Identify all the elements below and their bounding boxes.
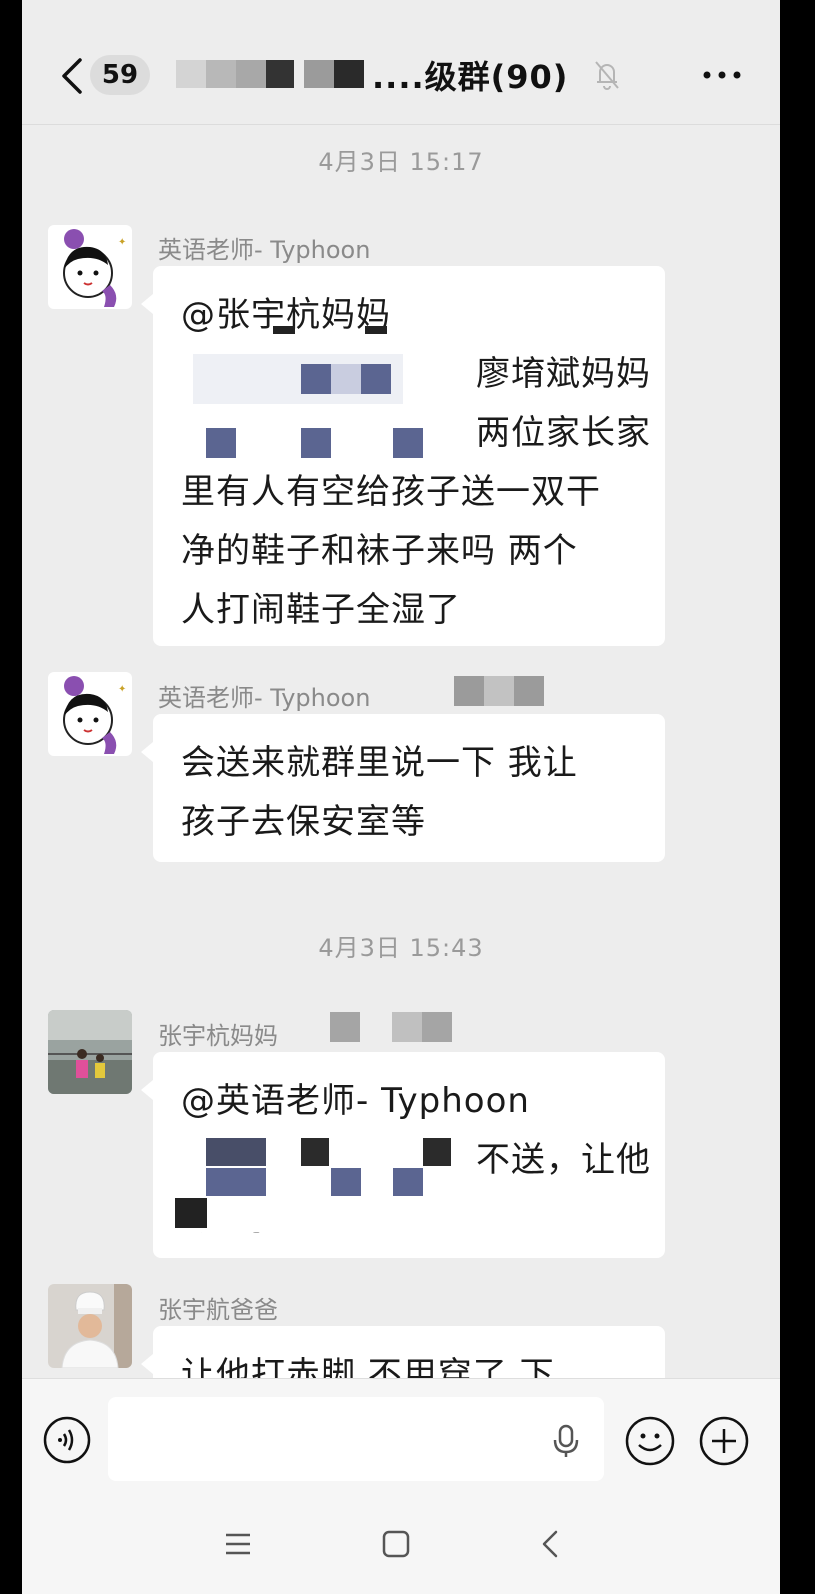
back-arrow-icon[interactable] bbox=[56, 56, 90, 96]
message-input[interactable] bbox=[108, 1397, 604, 1481]
home-icon[interactable] bbox=[378, 1526, 414, 1562]
message-timestamp: 4月3日 15:43 bbox=[318, 934, 484, 962]
unread-count-badge[interactable]: 59 bbox=[90, 55, 150, 95]
group-title[interactable]: ....级群(90) bbox=[372, 52, 568, 98]
sender-avatar[interactable] bbox=[48, 1284, 132, 1368]
message-text: 会送来就群里说一下 我让 孩子去保安室等 bbox=[181, 743, 578, 842]
sender-name: 张宇杭妈妈 bbox=[158, 1022, 278, 1050]
chat-screen: 59 ....级群(90) 4月3日 15:17 ✦ 英语老师- Typhoon… bbox=[22, 0, 780, 1594]
recent-apps-icon[interactable] bbox=[220, 1526, 256, 1562]
sender-name: 英语老师- Typhoon bbox=[158, 236, 371, 264]
message-bubble[interactable]: @英语老师- Typhoon 不送，让他 湿的 bbox=[141, 1052, 665, 1258]
sender-name: 张宇航爸爸 bbox=[158, 1296, 278, 1324]
svg-text:✦: ✦ bbox=[118, 237, 126, 248]
sender-avatar[interactable] bbox=[48, 1010, 132, 1094]
message-bubble[interactable]: @张宇杭妈妈 廖堉斌妈妈 两位家长家 里有人有空给孩子送一双干 净的鞋子和袜子来… bbox=[141, 266, 665, 646]
system-nav-bar bbox=[22, 1498, 780, 1594]
mute-bell-icon bbox=[595, 61, 619, 90]
cartoon-girl-avatar-icon: ✦ bbox=[48, 225, 132, 309]
chef-photo-avatar-icon bbox=[48, 1284, 132, 1368]
svg-text:✦: ✦ bbox=[118, 684, 126, 695]
chat-header: 59 ....级群(90) bbox=[22, 0, 780, 125]
message-bubble[interactable]: 会送来就群里说一下 我让 孩子去保安室等 bbox=[141, 714, 665, 862]
sender-avatar[interactable]: ✦ bbox=[48, 672, 132, 756]
message-timestamp: 4月3日 15:17 bbox=[318, 148, 484, 176]
microphone-icon[interactable] bbox=[552, 1423, 580, 1459]
sender-avatar[interactable]: ✦ bbox=[48, 225, 132, 309]
emoji-icon[interactable] bbox=[624, 1415, 676, 1467]
voice-mode-icon[interactable] bbox=[42, 1415, 92, 1465]
family-photo-avatar-icon bbox=[48, 1010, 132, 1094]
more-options-icon[interactable] bbox=[702, 70, 742, 80]
chat-input-bar bbox=[22, 1378, 780, 1498]
nav-back-icon[interactable] bbox=[536, 1524, 566, 1564]
sender-name: 英语老师- Typhoon bbox=[158, 684, 371, 712]
plus-icon[interactable] bbox=[698, 1415, 750, 1467]
cartoon-girl-avatar-icon: ✦ bbox=[48, 672, 132, 756]
